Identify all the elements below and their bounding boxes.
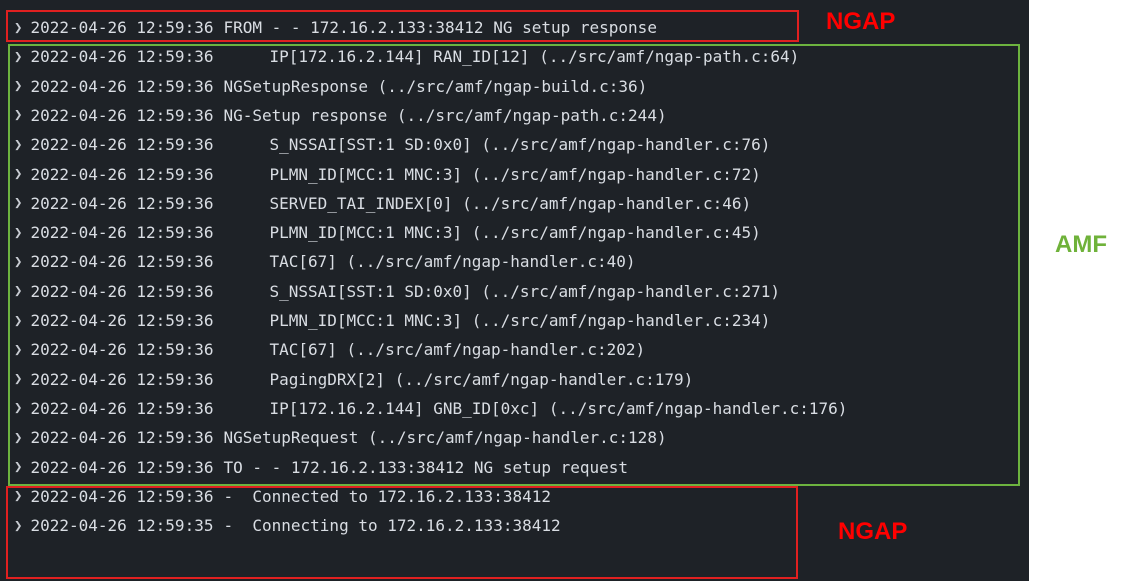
log-timestamp: 2022-04-26 12:59:36 bbox=[30, 223, 214, 243]
log-timestamp: 2022-04-26 12:59:36 bbox=[30, 135, 214, 155]
log-row[interactable]: ❯ 2022-04-26 12:59:36 TAC[67] (../src/amf/… bbox=[14, 335, 645, 364]
log-timestamp: 2022-04-26 12:59:36 bbox=[30, 428, 214, 448]
log-message: - Connected to 172.16.2.133:38412 bbox=[223, 486, 551, 506]
log-timestamp: 2022-04-26 12:59:36 bbox=[30, 281, 214, 301]
log-row[interactable]: ❯ 2022-04-26 12:59:36 - Connected to 172.1… bbox=[14, 482, 551, 511]
log-message: PagingDRX[2] (../src/amf/ngap-handler.c:… bbox=[269, 369, 694, 389]
log-row[interactable]: ❯ 2022-04-26 12:59:36 NG-Setup response (.… bbox=[14, 101, 667, 130]
chevron-right-icon[interactable]: ❯ bbox=[14, 78, 22, 94]
log-message: TAC[67] (../src/amf/ngap-handler.c:40) bbox=[269, 252, 636, 272]
log-message: PLMN_ID[MCC:1 MNC:3] (../src/amf/ngap-ha… bbox=[269, 164, 761, 184]
log-message: PLMN_ID[MCC:1 MNC:3] (../src/amf/ngap-ha… bbox=[269, 311, 771, 330]
log-message: IP[172.16.2.144] GNB_ID[0xc] (../src/amf… bbox=[269, 398, 848, 418]
log-timestamp: 2022-04-26 12:59:36 bbox=[30, 193, 214, 213]
chevron-right-icon[interactable]: ❯ bbox=[14, 400, 22, 416]
ngap-label-top: NGAP bbox=[826, 8, 896, 35]
log-row[interactable]: ❯ 2022-04-26 12:59:36 PLMN_ID[MCC:1 MNC:3]… bbox=[14, 218, 761, 247]
chevron-right-icon[interactable]: ❯ bbox=[14, 371, 22, 387]
log-message: S_NSSAI[SST:1 SD:0x0] (../src/amf/ngap-h… bbox=[269, 135, 771, 155]
log-timestamp: 2022-04-26 12:59:36 bbox=[30, 18, 214, 37]
log-row[interactable]: ❯ 2022-04-26 12:59:36 SERVED_TAI_INDEX[0] … bbox=[14, 189, 751, 218]
log-row[interactable]: ❯ 2022-04-26 12:59:36 IP[172.16.2.144] RAN… bbox=[14, 42, 799, 71]
log-timestamp: 2022-04-26 12:59:36 bbox=[30, 486, 214, 506]
chevron-right-icon[interactable]: ❯ bbox=[14, 254, 22, 270]
log-row[interactable]: ❯ 2022-04-26 12:59:35 - Connecting to 172.… bbox=[14, 511, 561, 540]
chevron-right-icon[interactable]: ❯ bbox=[14, 20, 22, 36]
log-row[interactable]: ❯ 2022-04-26 12:59:36 S_NSSAI[SST:1 SD:0x0… bbox=[14, 277, 780, 306]
log-message: TAC[67] (../src/amf/ngap-handler.c:202) bbox=[269, 340, 646, 360]
chevron-right-icon[interactable]: ❯ bbox=[14, 313, 22, 329]
log-message: IP[172.16.2.144] RAN_ID[12] (../src/amf/… bbox=[269, 47, 800, 67]
chevron-right-icon[interactable]: ❯ bbox=[14, 342, 22, 358]
log-row[interactable]: ❯ 2022-04-26 12:59:36 NGSetupResponse (../… bbox=[14, 72, 647, 101]
log-message: PLMN_ID[MCC:1 MNC:3] (../src/amf/ngap-ha… bbox=[269, 223, 761, 243]
chevron-right-icon[interactable]: ❯ bbox=[14, 430, 22, 446]
chevron-right-icon[interactable]: ❯ bbox=[14, 488, 22, 504]
log-message: TO - - 172.16.2.133:38412 NG setup reque… bbox=[223, 457, 629, 477]
chevron-right-icon[interactable]: ❯ bbox=[14, 107, 22, 123]
log-timestamp: 2022-04-26 12:59:36 bbox=[30, 76, 214, 96]
log-message: NGSetupRequest (../src/amf/ngap-handler.… bbox=[223, 428, 667, 448]
chevron-right-icon[interactable]: ❯ bbox=[14, 137, 22, 153]
chevron-right-icon[interactable]: ❯ bbox=[14, 225, 22, 241]
log-row[interactable]: ❯ 2022-04-26 12:59:36 FROM - - 172.16.2.13… bbox=[14, 13, 657, 42]
amf-label: AMF bbox=[1055, 231, 1107, 258]
log-message: - Connecting to 172.16.2.133:38412 bbox=[223, 516, 561, 536]
log-row[interactable]: ❯ 2022-04-26 12:59:36 IP[172.16.2.144] GNB… bbox=[14, 394, 847, 423]
terminal-log-panel: ❯ 2022-04-26 12:59:36 FROM - - 172.16.2.13… bbox=[0, 0, 1029, 581]
chevron-right-icon[interactable]: ❯ bbox=[14, 49, 22, 65]
log-timestamp: 2022-04-26 12:59:35 bbox=[30, 516, 214, 536]
chevron-right-icon[interactable]: ❯ bbox=[14, 166, 22, 182]
log-timestamp: 2022-04-26 12:59:36 bbox=[30, 311, 214, 330]
log-message: NG-Setup response (../src/amf/ngap-path.… bbox=[223, 105, 667, 125]
log-timestamp: 2022-04-26 12:59:36 bbox=[30, 369, 214, 389]
chevron-right-icon[interactable]: ❯ bbox=[14, 283, 22, 299]
log-timestamp: 2022-04-26 12:59:36 bbox=[30, 47, 214, 67]
log-timestamp: 2022-04-26 12:59:36 bbox=[30, 340, 214, 360]
log-message: S_NSSAI[SST:1 SD:0x0] (../src/amf/ngap-h… bbox=[269, 281, 781, 301]
chevron-right-icon[interactable]: ❯ bbox=[14, 459, 22, 475]
log-row[interactable]: ❯ 2022-04-26 12:59:36 PLMN_ID[MCC:1 MNC:3]… bbox=[14, 160, 761, 189]
log-timestamp: 2022-04-26 12:59:36 bbox=[30, 164, 214, 184]
log-row[interactable]: ❯ 2022-04-26 12:59:36 PLMN_ID[MCC:1 MNC:3]… bbox=[14, 306, 770, 335]
chevron-right-icon[interactable]: ❯ bbox=[14, 518, 22, 534]
ngap-label-bottom: NGAP bbox=[838, 518, 908, 545]
log-row[interactable]: ❯ 2022-04-26 12:59:36 PagingDRX[2] (../src… bbox=[14, 365, 693, 394]
log-message: SERVED_TAI_INDEX[0] (../src/amf/ngap-han… bbox=[269, 193, 752, 213]
log-message: NGSetupResponse (../src/amf/ngap-build.c… bbox=[223, 76, 648, 96]
log-message: FROM - - 172.16.2.133:38412 NG setup res… bbox=[223, 18, 657, 37]
log-row[interactable]: ❯ 2022-04-26 12:59:36 S_NSSAI[SST:1 SD:0x0… bbox=[14, 130, 770, 159]
log-row[interactable]: ❯ 2022-04-26 12:59:36 TAC[67] (../src/amf/… bbox=[14, 247, 636, 276]
log-row[interactable]: ❯ 2022-04-26 12:59:36 TO - - 172.16.2.133:… bbox=[14, 453, 628, 482]
log-timestamp: 2022-04-26 12:59:36 bbox=[30, 457, 214, 477]
log-timestamp: 2022-04-26 12:59:36 bbox=[30, 252, 214, 272]
log-row[interactable]: ❯ 2022-04-26 12:59:36 NGSetupRequest (../s… bbox=[14, 423, 667, 452]
log-timestamp: 2022-04-26 12:59:36 bbox=[30, 105, 214, 125]
log-timestamp: 2022-04-26 12:59:36 bbox=[30, 398, 214, 418]
chevron-right-icon[interactable]: ❯ bbox=[14, 195, 22, 211]
